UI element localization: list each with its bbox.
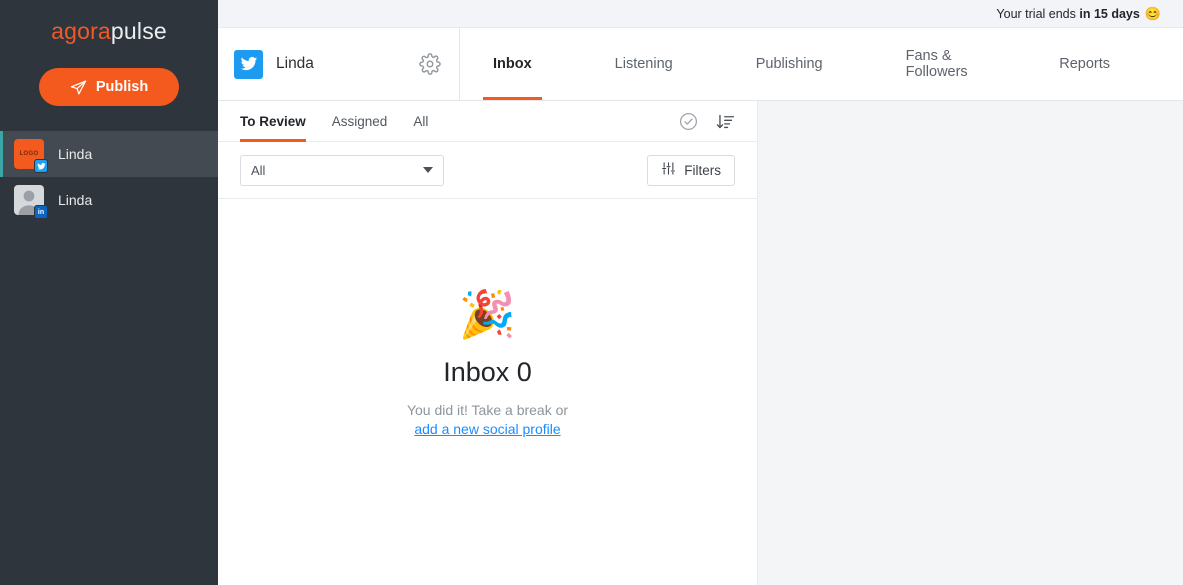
chevron-down-icon	[423, 167, 433, 173]
subtab-to-review[interactable]: To Review	[240, 101, 306, 142]
inbox-actions	[679, 112, 735, 131]
linkedin-badge-icon: in	[34, 205, 48, 219]
subtab-assigned[interactable]: Assigned	[332, 101, 388, 142]
tab-label: Publishing	[755, 56, 823, 72]
inbox-panel: To Review Assigned All All Filters 🎉 Inb…	[218, 101, 758, 585]
mark-all-reviewed-button[interactable]	[679, 112, 698, 131]
twitter-badge-icon	[34, 159, 48, 173]
tab-label: Listening	[614, 56, 673, 72]
trial-prefix: Your trial ends	[996, 6, 1080, 21]
brand-agora-text: agora	[51, 17, 111, 44]
linkedin-badge-label: in	[37, 208, 45, 216]
inbox-empty-state: 🎉 Inbox 0 You did it! Take a break or ad…	[218, 291, 757, 437]
send-icon	[70, 79, 87, 96]
profile-header: Linda Inbox Listening Publishing Fans & …	[218, 28, 1183, 101]
empty-state-title: Inbox 0	[443, 357, 532, 387]
twitter-icon	[234, 49, 263, 79]
brand-pulse-text: pulse	[110, 17, 167, 44]
gear-icon	[419, 53, 441, 78]
subtab-label: Assigned	[331, 113, 388, 129]
filters-button[interactable]: Filters	[647, 154, 735, 186]
sidebar-profile-linkedin[interactable]: in Linda	[0, 177, 218, 223]
trial-text: Your trial ends in 15 days 😊	[996, 6, 1161, 22]
tab-label: Inbox	[493, 56, 532, 72]
party-popper-emoji-icon: 🎉	[458, 288, 517, 340]
sort-button[interactable]	[716, 112, 735, 131]
sidebar-profile-label: Linda	[58, 192, 93, 208]
tab-reports[interactable]: Reports	[1049, 28, 1120, 100]
profile-settings-button[interactable]	[417, 51, 443, 77]
smiling-face-emoji-icon: 😊	[1144, 5, 1161, 21]
tab-label: Reports	[1059, 56, 1110, 72]
sort-descending-icon	[716, 114, 735, 134]
sidebar: agorapulse Publish LOGO Linda in Linda	[0, 0, 218, 585]
social-profile-list: LOGO Linda in Linda	[0, 131, 218, 223]
active-profile-box[interactable]: Linda	[218, 28, 460, 100]
trial-banner: Your trial ends in 15 days 😊	[218, 0, 1183, 28]
sidebar-profile-label: Linda	[58, 146, 93, 162]
trial-days: in 15 days	[1079, 6, 1140, 21]
publish-button-label: Publish	[95, 79, 149, 95]
subtab-label: All	[413, 113, 429, 129]
main-nav-tabs: Inbox Listening Publishing Fans & Follow…	[460, 28, 1183, 100]
tab-fans-followers[interactable]: Fans & Followers	[896, 28, 987, 100]
tab-publishing[interactable]: Publishing	[746, 28, 833, 100]
brand-logo[interactable]: agorapulse	[0, 0, 218, 62]
tab-listening[interactable]: Listening	[605, 28, 683, 100]
agorapulse-app: agorapulse Publish LOGO Linda in Linda Y…	[0, 0, 1183, 585]
inbox-filter-bar: All Filters	[218, 142, 757, 199]
sliders-icon	[661, 161, 676, 179]
publish-button-container: Publish	[0, 68, 218, 106]
sidebar-profile-twitter[interactable]: LOGO Linda	[0, 131, 218, 177]
avatar: in	[14, 185, 48, 219]
empty-state-subtitle: You did it! Take a break or	[406, 402, 569, 418]
subtab-label: To Review	[240, 113, 306, 129]
inbox-subtabs: To Review Assigned All	[218, 101, 757, 142]
inbox-type-select[interactable]: All	[240, 154, 444, 186]
tab-inbox[interactable]: Inbox	[483, 28, 542, 100]
tab-label: Fans & Followers	[905, 48, 968, 80]
inbox-type-select-value: All	[251, 162, 266, 178]
main-area: Your trial ends in 15 days 😊 Linda Inbox…	[218, 0, 1183, 585]
profile-header-name: Linda	[276, 55, 314, 72]
publish-button[interactable]: Publish	[39, 68, 179, 106]
subtab-all[interactable]: All	[413, 101, 428, 142]
avatar: LOGO	[14, 139, 48, 173]
filters-button-label: Filters	[684, 162, 721, 178]
add-social-profile-link[interactable]: add a new social profile	[414, 421, 560, 437]
check-circle-icon	[679, 112, 698, 134]
